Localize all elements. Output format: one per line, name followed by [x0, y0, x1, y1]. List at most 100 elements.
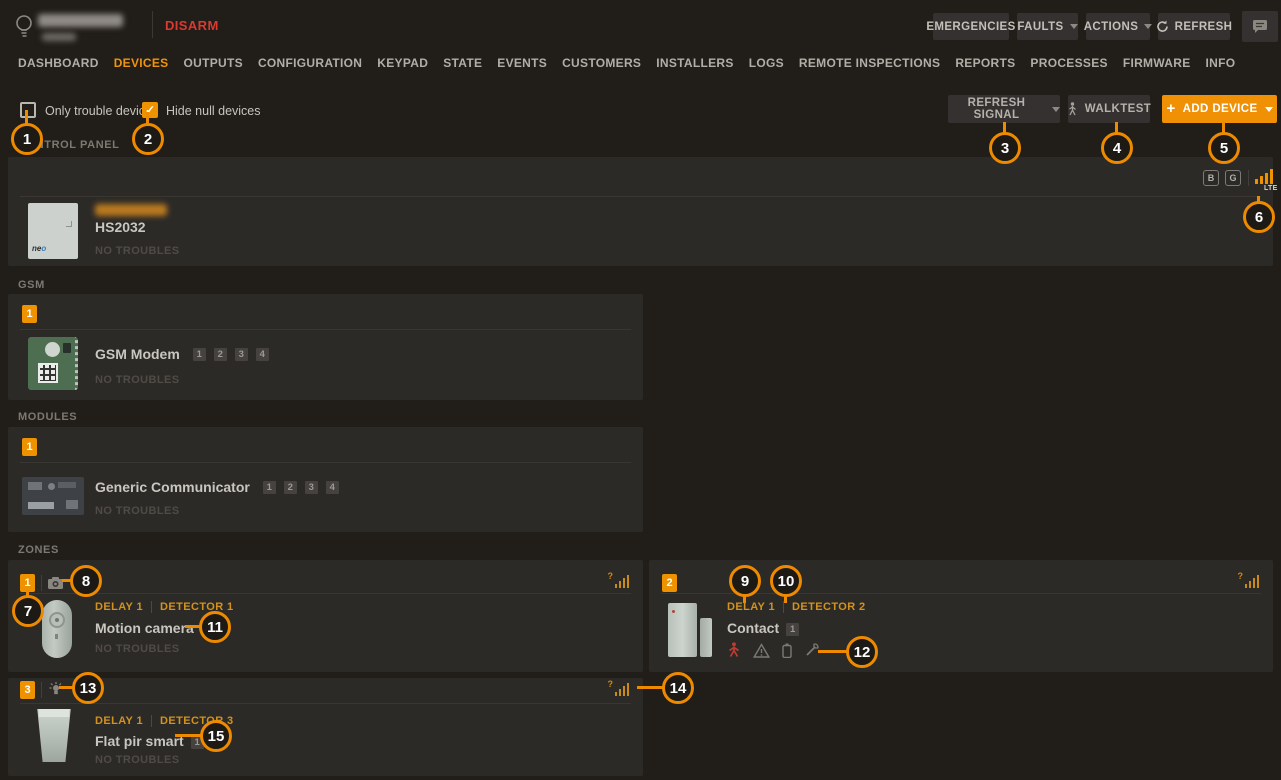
partition-badge: 1 [193, 348, 206, 361]
device-number-badge: 1 [22, 305, 37, 323]
header-divider [41, 575, 42, 591]
refresh-button-label: REFRESH [1175, 21, 1233, 33]
communicator-image [22, 477, 84, 515]
partition-badge: 1 [263, 481, 276, 494]
add-device-button[interactable]: + ADD DEVICE [1162, 95, 1277, 123]
tab-reports[interactable]: REPORTS [955, 56, 1015, 70]
walktest-person-icon [1067, 102, 1078, 116]
tab-devices[interactable]: DEVICES [114, 56, 169, 70]
tab-installers[interactable]: INSTALLERS [656, 56, 733, 70]
section-label-modules: MODULES [18, 411, 77, 423]
tab-keypad[interactable]: KEYPAD [377, 56, 428, 70]
signal-strength-unknown-icon: ? [615, 575, 630, 588]
chat-button[interactable] [1242, 11, 1278, 42]
bell-channel-badge: B [1203, 170, 1219, 186]
gsm-modem-image [28, 337, 78, 390]
callout-1: 1 [11, 123, 43, 155]
chevron-down-icon [1052, 107, 1060, 112]
main-nav: DASHBOARD DEVICES OUTPUTS CONFIGURATION … [18, 56, 1235, 70]
hide-null-devices-label[interactable]: Hide null devices [166, 104, 261, 118]
device-status: NO TROUBLES [95, 374, 179, 386]
callout-2: 2 [132, 123, 164, 155]
callout-6: 6 [1243, 201, 1275, 233]
control-panel-card[interactable]: B G LTE neo HS2032 NO TROUBLES [8, 157, 1273, 266]
partition-badge: 4 [326, 481, 339, 494]
refresh-signal-button[interactable]: REFRESH SIGNAL [948, 95, 1060, 123]
partition-badge: 2 [284, 481, 297, 494]
partition-badge: 3 [235, 348, 248, 361]
device-name: GSM Modem [95, 346, 180, 362]
device-name-row: Motion camera1 [95, 620, 214, 636]
cellular-signal-icon [1255, 169, 1273, 184]
contact-image [668, 603, 697, 657]
detector-label: DETECTOR 2 [792, 601, 865, 613]
callout-3: 3 [989, 132, 1021, 164]
hide-null-devices-checkbox[interactable]: ✓ [142, 102, 158, 118]
tab-state[interactable]: STATE [443, 56, 482, 70]
refresh-signal-label: REFRESH SIGNAL [948, 97, 1045, 121]
card-divider [20, 462, 631, 463]
signal-question-mark: ? [608, 571, 614, 581]
tab-events[interactable]: EVENTS [497, 56, 547, 70]
zone-status-icons [727, 642, 820, 658]
tab-firmware[interactable]: FIRMWARE [1123, 56, 1191, 70]
card-divider [20, 329, 631, 330]
contact-magnet-image [700, 618, 712, 657]
emergencies-button-label: EMERGENCIES [926, 21, 1015, 33]
device-name: Motion camera [95, 620, 194, 636]
signal-strength-unknown-icon: ? [1245, 575, 1260, 588]
device-name-row: Contact1 [727, 620, 799, 636]
actions-button-label: ACTIONS [1084, 21, 1139, 33]
only-trouble-devices-checkbox[interactable] [20, 102, 36, 118]
gsm-modem-card[interactable]: 1 GSM Modem 1234 NO TROUBLES [8, 294, 643, 400]
device-number-badge: 1 [22, 438, 37, 456]
generic-communicator-card[interactable]: 1 Generic Communicator1234 NO TROUBLES [8, 427, 643, 532]
zone-attributes-row: DELAY 1 DETECTOR 2 [727, 601, 866, 613]
tab-customers[interactable]: CUSTOMERS [562, 56, 641, 70]
bulb-indicator-icon [48, 681, 64, 697]
battery-icon [782, 643, 792, 658]
delay-label: DELAY 1 [727, 601, 775, 613]
walktest-label: WALKTEST [1085, 103, 1151, 115]
tab-dashboard[interactable]: DASHBOARD [18, 56, 99, 70]
callout-7: 7 [12, 595, 44, 627]
refresh-button[interactable]: REFRESH [1158, 13, 1230, 40]
walktest-button[interactable]: WALKTEST [1068, 95, 1150, 123]
actions-button[interactable]: ACTIONS [1086, 13, 1150, 40]
redacted-panel-subtitle [42, 33, 76, 41]
alarm-motion-icon [727, 642, 741, 658]
callout-14: 14 [662, 672, 694, 704]
redacted-panel-name [38, 14, 123, 27]
zone-number-badge: 2 [662, 574, 677, 592]
signal-strength-unknown-icon: ? [615, 683, 630, 696]
device-name: Generic Communicator [95, 479, 250, 495]
emergencies-button[interactable]: EMERGENCIES [933, 13, 1009, 40]
panel-model: HS2032 [95, 219, 146, 235]
chevron-down-icon [1265, 107, 1273, 112]
partition-badges: 1234 [186, 348, 269, 361]
tab-logs[interactable]: LOGS [749, 56, 784, 70]
motion-camera-image [42, 600, 72, 658]
section-label-gsm: GSM [18, 279, 45, 291]
logo-lightbulb-icon [13, 13, 35, 39]
header-divider [41, 682, 42, 698]
device-name: Flat pir smart [95, 733, 184, 749]
partition-badge: 3 [305, 481, 318, 494]
tab-configuration[interactable]: CONFIGURATION [258, 56, 362, 70]
callout-13: 13 [72, 672, 104, 704]
callout-11: 11 [199, 611, 231, 643]
pir-detector-image [35, 709, 73, 762]
tab-remote-inspections[interactable]: REMOTE INSPECTIONS [799, 56, 940, 70]
tab-info[interactable]: INFO [1206, 56, 1236, 70]
faults-button[interactable]: FAULTS [1017, 13, 1078, 40]
callout-stem [818, 650, 848, 653]
callout-stem [637, 686, 664, 689]
gprs-channel-badge: G [1225, 170, 1241, 186]
tab-processes[interactable]: PROCESSES [1030, 56, 1107, 70]
tab-outputs[interactable]: OUTPUTS [184, 56, 243, 70]
zone-card-motion-camera[interactable]: 1 ? DELAY 1DETECTOR 1 Motion camera1 NO … [8, 560, 643, 672]
chat-icon [1252, 19, 1268, 34]
card-divider [20, 593, 631, 594]
callout-5: 5 [1208, 132, 1240, 164]
warning-icon [753, 643, 770, 658]
